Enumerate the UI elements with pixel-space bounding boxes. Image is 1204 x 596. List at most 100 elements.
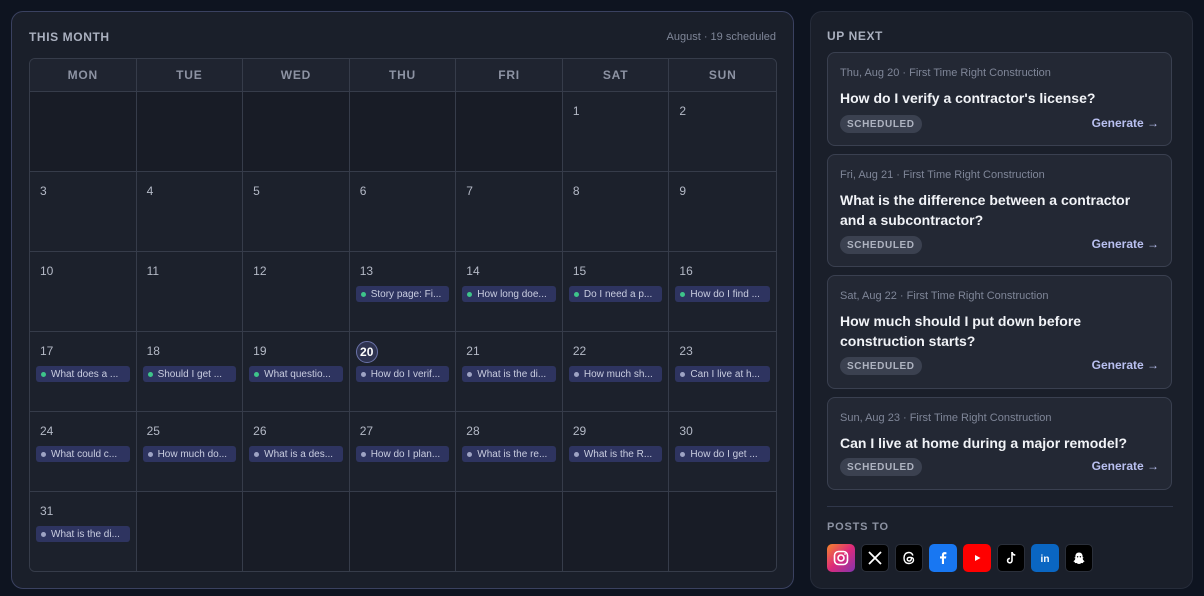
calendar-day-cell[interactable]: 15 Do I need a p... xyxy=(562,252,670,332)
post-chip-label: How much sh... xyxy=(583,368,653,380)
scheduled-dot-icon xyxy=(360,451,366,457)
calendar-day-cell[interactable]: 19 What questio... xyxy=(243,332,350,412)
post-chip-label: What is the re... xyxy=(477,448,548,460)
calendar-day-cell[interactable]: 10 xyxy=(30,252,137,332)
calendar-day-cell[interactable]: 22 How much sh... xyxy=(562,332,670,412)
day-number: 14 xyxy=(466,264,480,278)
calendar-post-chip[interactable]: How do I plan... xyxy=(355,446,450,462)
day-number: 18 xyxy=(146,344,160,358)
calendar-day-cell[interactable]: 27 How do I plan... xyxy=(349,412,457,492)
published-dot-icon xyxy=(254,371,260,377)
calendar-post-chip[interactable]: Story page: Fi... xyxy=(355,286,450,302)
tiktok-icon[interactable] xyxy=(997,544,1025,572)
calendar-day-cell[interactable]: 29 What is the R... xyxy=(562,412,670,492)
generate-button[interactable]: Generate → xyxy=(1092,459,1159,473)
youtube-icon[interactable] xyxy=(963,544,991,572)
calendar-day-cell[interactable]: 14 How long doe... xyxy=(456,252,563,332)
calendar-post-chip[interactable]: What is the R... xyxy=(568,446,663,462)
calendar-post-chip[interactable]: What could c... xyxy=(36,446,130,462)
calendar-post-chip[interactable]: What is the re... xyxy=(462,446,556,462)
calendar-day-cell[interactable]: 17 What does a ... xyxy=(30,332,137,412)
post-card[interactable]: Fri, Aug 21 · First Time Right Construct… xyxy=(827,154,1172,267)
calendar-day-cell[interactable]: 13 Story page: Fi... xyxy=(349,252,457,332)
calendar-day-cell[interactable]: 7 xyxy=(456,172,563,252)
calendar-post-chip[interactable]: How long doe... xyxy=(462,286,556,302)
scheduled-dot-icon xyxy=(680,451,686,457)
snapchat-icon[interactable] xyxy=(1065,544,1093,572)
calendar-day-cell[interactable]: 12 xyxy=(243,252,350,332)
calendar-post-chip[interactable]: How do I get ... xyxy=(675,446,770,462)
calendar-day-cell[interactable]: 5 xyxy=(243,172,350,252)
calendar-day-cell[interactable]: 8 xyxy=(562,172,670,252)
x-icon[interactable] xyxy=(861,544,889,572)
calendar-day-cell[interactable]: 9 xyxy=(669,172,776,252)
calendar-day-cell[interactable]: 18 Should I get ... xyxy=(136,332,244,412)
calendar-panel: THIS MONTH August · 19 scheduled MON TUE W… xyxy=(11,11,794,589)
calendar-header: THIS MONTH August · 19 scheduled xyxy=(29,29,776,45)
post-card-meta: Thu, Aug 20 · First Time Right Construct… xyxy=(840,67,1051,79)
today-day-number: 20 xyxy=(355,341,378,363)
calendar-day-cell[interactable]: 3 xyxy=(30,172,137,252)
calendar-post-chip[interactable]: How do I verif... xyxy=(355,366,450,382)
calendar-day-cell[interactable]: 24 What could c... xyxy=(30,412,137,492)
scheduled-dot-icon xyxy=(573,371,579,377)
day-number: 2 xyxy=(679,104,687,118)
published-dot-icon xyxy=(680,291,686,297)
calendar-post-chip[interactable]: How much do... xyxy=(142,446,237,462)
threads-icon[interactable] xyxy=(895,544,923,572)
scheduled-dot-icon xyxy=(41,451,46,457)
day-number: 1 xyxy=(572,104,580,118)
calendar-day-cell[interactable]: 23 Can I live at h... xyxy=(669,332,776,412)
calendar-day-cell[interactable]: 25 How much do... xyxy=(136,412,244,492)
calendar-post-chip[interactable]: What does a ... xyxy=(36,366,130,382)
weekday-header: MON xyxy=(30,59,137,92)
post-card[interactable]: Sat, Aug 22 · First Time Right Construct… xyxy=(827,275,1172,389)
post-chip-label: How much do... xyxy=(157,448,228,460)
calendar-post-chip[interactable]: What questio... xyxy=(249,366,343,382)
calendar-day-cell[interactable]: 6 xyxy=(349,172,457,252)
weekday-header: SUN xyxy=(669,59,776,92)
status-badge: SCHEDULED xyxy=(840,115,922,133)
calendar-post-chip[interactable]: Can I live at h... xyxy=(675,366,770,382)
calendar-day-cell[interactable]: 16 How do I find ... xyxy=(669,252,776,332)
post-card-question: Can I live at home during a major remode… xyxy=(840,435,1128,451)
calendar-day-cell[interactable]: 28 What is the re... xyxy=(456,412,563,492)
calendar-day-cell[interactable]: 26 What is a des... xyxy=(243,412,350,492)
day-number: 26 xyxy=(253,424,267,438)
calendar-day-cell[interactable]: 30 How do I get ... xyxy=(669,412,776,492)
linkedin-icon[interactable]: in xyxy=(1031,544,1059,572)
post-chip-label: Do I need a p... xyxy=(583,288,653,300)
post-chip-label: How long doe... xyxy=(477,288,547,300)
generate-button[interactable]: Generate → xyxy=(1092,237,1159,251)
calendar-post-chip[interactable]: Should I get ... xyxy=(142,366,237,382)
published-dot-icon xyxy=(467,291,473,297)
facebook-icon[interactable] xyxy=(929,544,957,572)
scheduled-dot-icon xyxy=(147,451,153,457)
calendar-post-chip[interactable]: Do I need a p... xyxy=(568,286,663,302)
generate-button[interactable]: Generate → xyxy=(1092,358,1159,372)
instagram-icon[interactable] xyxy=(827,544,855,572)
calendar-post-chip[interactable]: What is the di... xyxy=(36,526,130,542)
post-card[interactable]: Thu, Aug 20 · First Time Right Construct… xyxy=(827,52,1172,146)
calendar-post-chip[interactable]: What is a des... xyxy=(249,446,343,462)
weekday-header: SAT xyxy=(562,59,670,92)
generate-button[interactable]: Generate → xyxy=(1092,116,1159,130)
calendar-post-chip[interactable]: How much sh... xyxy=(568,366,663,382)
calendar-day-cell[interactable]: 4 xyxy=(136,172,244,252)
post-chip-label: What does a ... xyxy=(51,368,119,380)
calendar-post-chip[interactable]: What is the di... xyxy=(462,366,556,382)
post-chip-label: What could c... xyxy=(51,448,118,460)
weekday-header: TUE xyxy=(136,59,244,92)
calendar-day-cell[interactable]: 21 What is the di... xyxy=(456,332,563,412)
calendar-day-cell[interactable]: 31 What is the di... xyxy=(30,492,137,571)
day-number: 24 xyxy=(40,424,54,438)
calendar-day-cell[interactable]: 1 xyxy=(562,92,670,172)
day-number: 29 xyxy=(572,424,587,438)
calendar-day-cell[interactable]: 20 How do I verif... xyxy=(349,332,457,412)
day-number: 31 xyxy=(40,504,54,518)
calendar-post-chip[interactable]: How do I find ... xyxy=(675,286,770,302)
calendar-empty-cell xyxy=(243,92,350,172)
post-card[interactable]: Sun, Aug 23 · First Time Right Construct… xyxy=(827,397,1172,490)
calendar-day-cell[interactable]: 2 xyxy=(669,92,776,172)
calendar-day-cell[interactable]: 11 xyxy=(136,252,244,332)
